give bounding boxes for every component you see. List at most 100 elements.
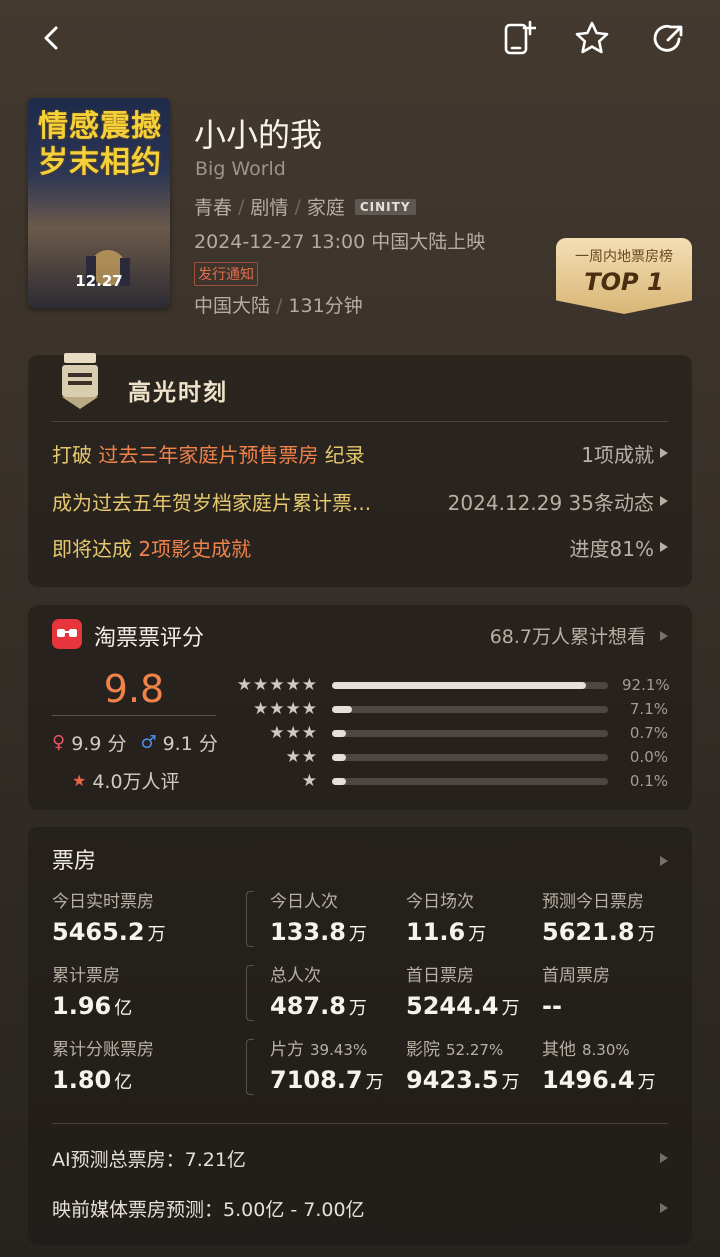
stat-number: 11.6: [406, 918, 466, 946]
ai-forecast-row[interactable]: AI预测总票房：7.21亿: [52, 1144, 668, 1172]
region: 中国大陆: [194, 295, 271, 317]
star-badge-icon: ★: [72, 771, 87, 790]
stat-label-text: 影院: [406, 1040, 440, 1060]
stat-label-text: 首周票房: [542, 966, 610, 986]
rating-title: 淘票票评分: [94, 626, 205, 651]
stat-label: 影院 52.27%: [406, 1035, 520, 1060]
want-to-see-link[interactable]: 68.7万人累计想看: [490, 622, 668, 649]
star-level-icon: ★★★★★: [236, 675, 318, 695]
rating-percent: 7.1%: [629, 700, 668, 718]
rating-distribution-row: ★★ 0.0%: [214, 747, 668, 767]
stat-number: 7108.7: [270, 1066, 363, 1094]
stat-label: 累计分账票房: [52, 1035, 154, 1060]
stat-number: 133.8: [270, 918, 346, 946]
triangle-right-icon: [660, 542, 668, 552]
movie-english-title: Big World: [195, 158, 286, 180]
share-icon: [653, 24, 683, 52]
stat-label: 其他 8.30%: [542, 1035, 656, 1060]
add-to-phone-icon: [504, 20, 536, 55]
release-info: 2024-12-27 13:00 中国大陆上映: [194, 231, 486, 253]
box-office-stat: 首周票房 --: [542, 961, 610, 1020]
stat-label-text: 今日场次: [406, 892, 474, 912]
rating-bar-fill: [332, 729, 346, 737]
rating-count: 4.0万人评: [92, 771, 180, 793]
genre-separator: /: [238, 195, 245, 218]
add-to-phone-button[interactable]: [494, 14, 542, 62]
stat-value: 487.8 万: [270, 992, 367, 1020]
highlight-text: 成为过去五年贺岁档家庭片累计票...: [52, 487, 371, 516]
stat-label-text: 片方: [270, 1040, 304, 1060]
highlight-row[interactable]: 即将达成 2项影史成就 进度81%: [52, 532, 668, 562]
stat-unit: 万: [348, 998, 367, 1019]
favorite-button[interactable]: [568, 14, 616, 62]
box-office-stat: 累计票房 1.96 亿: [52, 961, 132, 1020]
box-office-stat: 今日实时票房 5465.2 万: [52, 887, 166, 946]
box-office-stat: 片方 39.43% 7108.7 万: [270, 1035, 384, 1094]
stat-label: 今日场次: [406, 887, 486, 912]
triangle-right-icon: [660, 1153, 668, 1163]
want-count: 68.7万人累计想看: [489, 626, 646, 648]
stat-unit: 亿: [114, 1072, 133, 1093]
highlight-meta: 1项成就: [581, 439, 668, 468]
stat-value: 9423.5 万: [406, 1066, 520, 1094]
triangle-right-icon: [660, 856, 668, 866]
triangle-right-icon: [660, 1203, 668, 1213]
stat-number: 1496.4: [542, 1066, 635, 1094]
rating-distribution-row: ★★★★ 7.1%: [214, 699, 668, 719]
stat-label: 预测今日票房: [542, 887, 656, 912]
stat-unit: 亿: [114, 998, 133, 1019]
rating-bar-track: [332, 729, 608, 737]
stat-unit: 万: [637, 1072, 656, 1093]
media-forecast-row[interactable]: 映前媒体票房预测：5.00亿 - 7.00亿: [52, 1194, 668, 1222]
stat-share: 8.30%: [582, 1041, 630, 1059]
female-icon: ♀: [52, 732, 66, 753]
stat-share: 39.43%: [310, 1041, 368, 1059]
stat-value: --: [542, 992, 610, 1020]
stat-label: 累计票房: [52, 961, 132, 986]
highlight-prefix: 打破: [52, 442, 99, 467]
movie-poster[interactable]: 情感震撼 岁末相约 12.27: [28, 98, 170, 308]
stat-label: 片方 39.43%: [270, 1035, 384, 1060]
rating-bar-track: [332, 753, 608, 761]
share-button[interactable]: [644, 14, 692, 62]
highlight-meta: 2024.12.29 35条动态: [448, 487, 668, 516]
highlight-row[interactable]: 打破 过去三年家庭片预售票房 纪录 1项成就: [52, 438, 668, 468]
box-office-more-button[interactable]: [654, 851, 668, 870]
stat-number: 5465.2: [52, 918, 145, 946]
rating-card: 淘票票评分 68.7万人累计想看 9.8 ♀ 9.9 分 ♂ 9.1 分 ★ 4…: [28, 605, 692, 810]
stat-label: 今日人次: [270, 887, 367, 912]
box-office-stat: 影院 52.27% 9423.5 万: [406, 1035, 520, 1094]
stat-label-text: 预测今日票房: [542, 892, 644, 912]
highlight-prefix: 即将达成: [52, 536, 139, 561]
separator: /: [276, 295, 283, 317]
rating-distribution-row: ★★★ 0.7%: [214, 723, 668, 743]
male-icon: ♂: [140, 732, 157, 753]
male-score: 9.1 分: [162, 733, 218, 755]
movie-genres: 青春 / 剧情 / 家庭 CINITY: [194, 193, 416, 220]
weekly-rank-badge[interactable]: 一周内地票房榜 TOP 1: [556, 238, 692, 314]
rating-percent: 0.1%: [629, 772, 668, 790]
rating-bar-track: [332, 705, 608, 713]
poster-date: 12.27: [75, 272, 123, 290]
star-level-icon: ★★: [285, 747, 318, 767]
rank-value: TOP 1: [584, 268, 664, 296]
highlight-row[interactable]: 成为过去五年贺岁档家庭片累计票... 2024.12.29 35条动态: [52, 486, 668, 516]
highlight-text: 打破 过去三年家庭片预售票房 纪录: [52, 439, 365, 468]
stat-value: 5244.4 万: [406, 992, 520, 1020]
release-notice-tag[interactable]: 发行通知: [194, 262, 258, 286]
star-level-icon: ★★★: [269, 723, 318, 743]
highlights-card: 高光时刻 打破 过去三年家庭片预售票房 纪录 1项成就 成为过去五年贺岁档家庭片…: [28, 353, 692, 587]
media-forecast-text: 映前媒体票房预测：5.00亿 - 7.00亿: [52, 1195, 365, 1222]
bracket-divider: [246, 965, 254, 1021]
stat-number: 5244.4: [406, 992, 499, 1020]
triangle-right-icon: [660, 496, 668, 506]
back-button[interactable]: [28, 14, 76, 62]
highlights-title: 高光时刻: [128, 379, 228, 406]
taopiaopiao-logo-icon: [52, 619, 82, 649]
rating-bar-fill: [332, 753, 346, 761]
stat-value: 5465.2 万: [52, 918, 166, 946]
genre-2: 剧情: [250, 197, 289, 219]
highlight-meta: 进度81%: [570, 533, 668, 562]
star-level-icon: ★★★★: [253, 699, 318, 719]
stat-unit: 万: [501, 998, 520, 1019]
